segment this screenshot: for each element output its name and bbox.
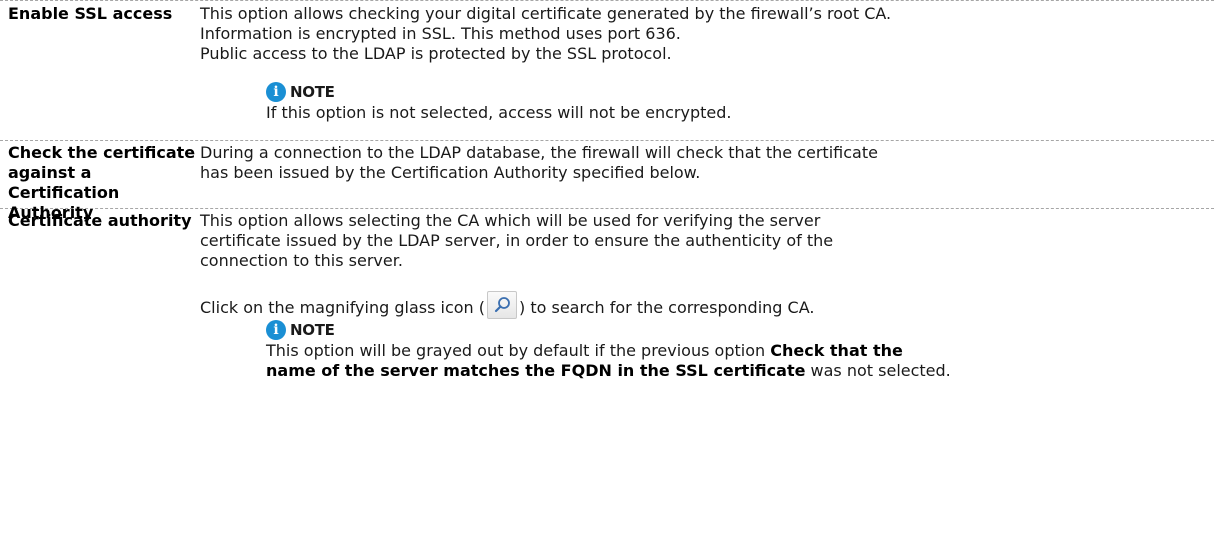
term-check-certificate: Check the certificate against a Certific… [0,143,200,222]
description-line: has been issued by the Certification Aut… [200,163,701,182]
description-line: During a connection to the LDAP database… [200,143,878,162]
note-header: i NOTE [266,81,1214,103]
term-enable-ssl-access: Enable SSL access [8,4,173,23]
note-text: If this option is not selected, access w… [266,103,732,122]
term-line: Check the certificate [8,143,196,162]
row-check-certificate: Check the certificate against a Certific… [0,140,1214,222]
definition-table: Enable SSL access This option allows che… [0,0,1214,554]
click-instruction: Click on the magnifying glass icon ( ) to… [200,291,1214,319]
click-instruction-after: ) to search for the corresponding CA. [519,298,815,317]
description-line: Public access to the LDAP is protected b… [200,44,672,63]
note-text-before: This option will be grayed out by defaul… [266,341,771,360]
row-enable-ssl-access: Enable SSL access This option allows che… [0,0,1214,140]
click-instruction-before: Click on the magnifying glass icon ( [200,298,486,317]
term-certificate-authority: Certificate authority [8,211,192,230]
description-line: certificate issued by the LDAP server, i… [200,231,834,250]
description-enable-ssl-access: This option allows checking your digital… [200,4,1214,140]
info-icon: i [266,320,286,340]
info-icon: i [266,82,286,102]
description-line: connection to this server. [200,251,403,270]
note-text-bold-1: Check that the [770,341,903,360]
description-certificate-authority: This option allows selecting the CA whic… [200,211,1214,554]
note-title: NOTE [290,321,335,339]
description-line: This option allows checking your digital… [200,4,892,23]
magnifying-glass-icon [487,291,518,319]
note-block: i NOTE This option will be grayed out by… [266,319,1214,381]
note-text: This option will be grayed out by defaul… [266,341,1214,381]
note-text-after: was not selected. [805,361,951,380]
description-line: This option allows selecting the CA whic… [200,211,821,230]
term-line: against a Certification [8,163,120,202]
note-block: i NOTE If this option is not selected, a… [266,81,1214,123]
row-certificate-authority: Certificate authority This option allows… [0,208,1214,554]
description-check-certificate: During a connection to the LDAP database… [200,143,1214,208]
description-line: Information is encrypted in SSL. This me… [200,24,681,43]
note-title: NOTE [290,83,335,101]
note-text-bold-2: name of the server matches the FQDN in t… [266,361,806,380]
note-header: i NOTE [266,319,1214,341]
